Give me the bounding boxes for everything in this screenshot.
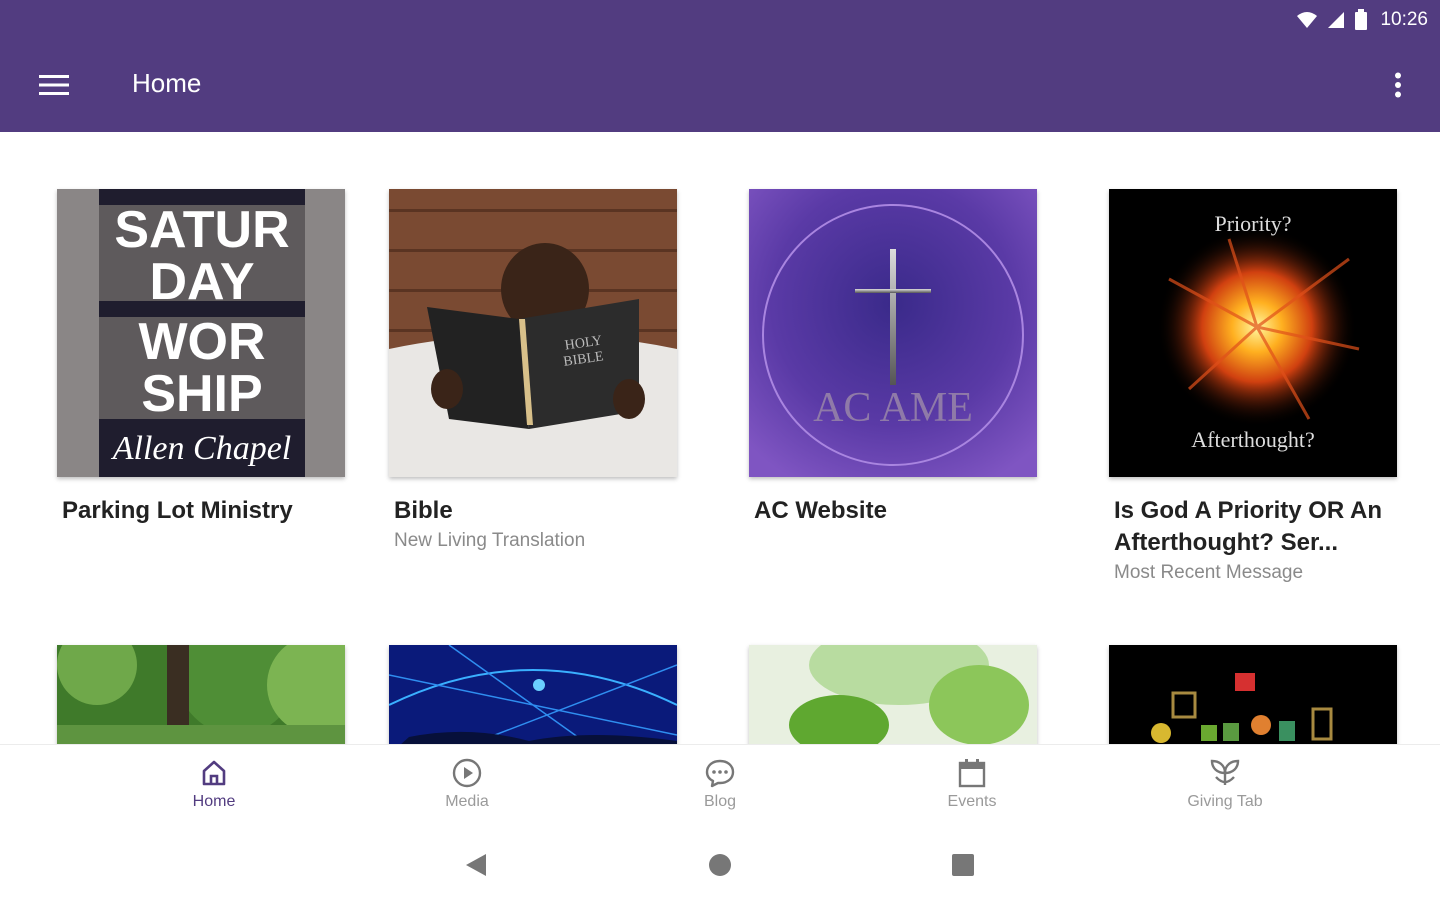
recents-square-icon <box>952 854 974 876</box>
social-icons-graphic <box>1109 645 1397 744</box>
network-graphic <box>389 645 677 744</box>
card-title: Is God A Priority OR An Afterthought? Se… <box>1114 497 1383 556</box>
forest-graphic <box>57 645 345 744</box>
nav-label: Media <box>445 793 489 810</box>
card-title: Bible <box>394 497 453 524</box>
nav-label: Home <box>192 793 236 810</box>
card-bible[interactable]: HOLY BIBLE Bible New Living Translation <box>389 189 677 555</box>
church-logo-graphic: AC AME <box>749 189 1037 477</box>
card-image: SATUR DAY WOR SHIP Allen Chapel <box>57 189 345 477</box>
nav-events[interactable]: Events <box>912 755 1032 811</box>
card-image <box>389 645 677 744</box>
image-text: Afterthought? <box>1191 427 1314 452</box>
card-image: HOLY BIBLE <box>389 189 677 477</box>
chat-bubble-icon <box>705 759 735 788</box>
nav-label: Blog <box>703 793 737 810</box>
leaves-graphic <box>749 645 1037 744</box>
sermon-graphic: Priority? Afterthought? <box>1109 189 1397 477</box>
card-title: Parking Lot Ministry <box>62 497 293 524</box>
nav-giving-tab[interactable]: Giving Tab <box>1165 755 1285 811</box>
battery-icon <box>1355 9 1368 30</box>
worship-graphic: SATUR DAY WOR SHIP Allen Chapel <box>57 189 345 477</box>
content-grid: SATUR DAY WOR SHIP Allen Chapel Parking … <box>0 132 1440 744</box>
card-row2-1[interactable] <box>57 645 345 744</box>
card-ac-website[interactable]: AC AME AC Website <box>749 189 1037 527</box>
hamburger-menu-button[interactable] <box>30 64 78 106</box>
home-circle-icon <box>709 854 731 876</box>
nav-home[interactable]: Home <box>154 755 274 811</box>
card-row2-4[interactable] <box>1109 645 1397 744</box>
card-image: Priority? Afterthought? <box>1109 189 1397 477</box>
signal-icon <box>1328 12 1345 28</box>
image-text: DAY <box>149 253 254 311</box>
card-parking-lot-ministry[interactable]: SATUR DAY WOR SHIP Allen Chapel Parking … <box>57 189 345 527</box>
home-system-button[interactable] <box>700 850 740 880</box>
recents-button[interactable] <box>943 850 983 880</box>
home-icon <box>202 760 226 786</box>
card-row2-2[interactable] <box>389 645 677 744</box>
status-bar: 10:26 <box>1296 6 1428 34</box>
calendar-icon <box>958 759 986 788</box>
image-text: WOR <box>138 313 265 371</box>
nav-label: Events <box>947 793 997 810</box>
app-bar: 10:26 Home <box>0 0 1440 132</box>
menu-icon <box>39 75 69 95</box>
card-subtitle: Most Recent Message <box>1114 562 1304 583</box>
back-triangle-icon <box>466 854 486 876</box>
card-subtitle: New Living Translation <box>394 530 586 551</box>
more-vert-icon <box>1395 72 1401 98</box>
bible-reading-graphic: HOLY BIBLE <box>389 189 677 477</box>
image-text: Allen Chapel <box>111 430 291 467</box>
card-recent-message[interactable]: Priority? Afterthought? Is God A Priorit… <box>1109 189 1397 587</box>
card-image <box>1109 645 1397 744</box>
bottom-navigation: Home Media Blog Events Giving Tab <box>0 744 1440 830</box>
image-text: SHIP <box>141 365 262 423</box>
plant-icon <box>1210 759 1240 785</box>
image-text: AC AME <box>813 385 973 431</box>
card-row2-3[interactable] <box>749 645 1037 744</box>
image-text: Priority? <box>1215 211 1292 236</box>
back-button[interactable] <box>456 850 496 880</box>
card-image <box>57 645 345 744</box>
card-image: AC AME <box>749 189 1037 477</box>
nav-blog[interactable]: Blog <box>660 755 780 811</box>
card-image <box>749 645 1037 744</box>
nav-label: Giving Tab <box>1187 793 1263 810</box>
nav-media[interactable]: Media <box>407 755 527 811</box>
page-title: Home <box>132 68 202 98</box>
image-text: SATUR <box>114 201 289 259</box>
card-title: AC Website <box>754 497 887 524</box>
clock: 10:26 <box>1380 9 1428 30</box>
play-circle-icon <box>452 758 482 788</box>
wifi-icon <box>1297 12 1318 28</box>
overflow-menu-button[interactable] <box>1384 64 1412 106</box>
system-navigation-bar <box>0 830 1440 900</box>
